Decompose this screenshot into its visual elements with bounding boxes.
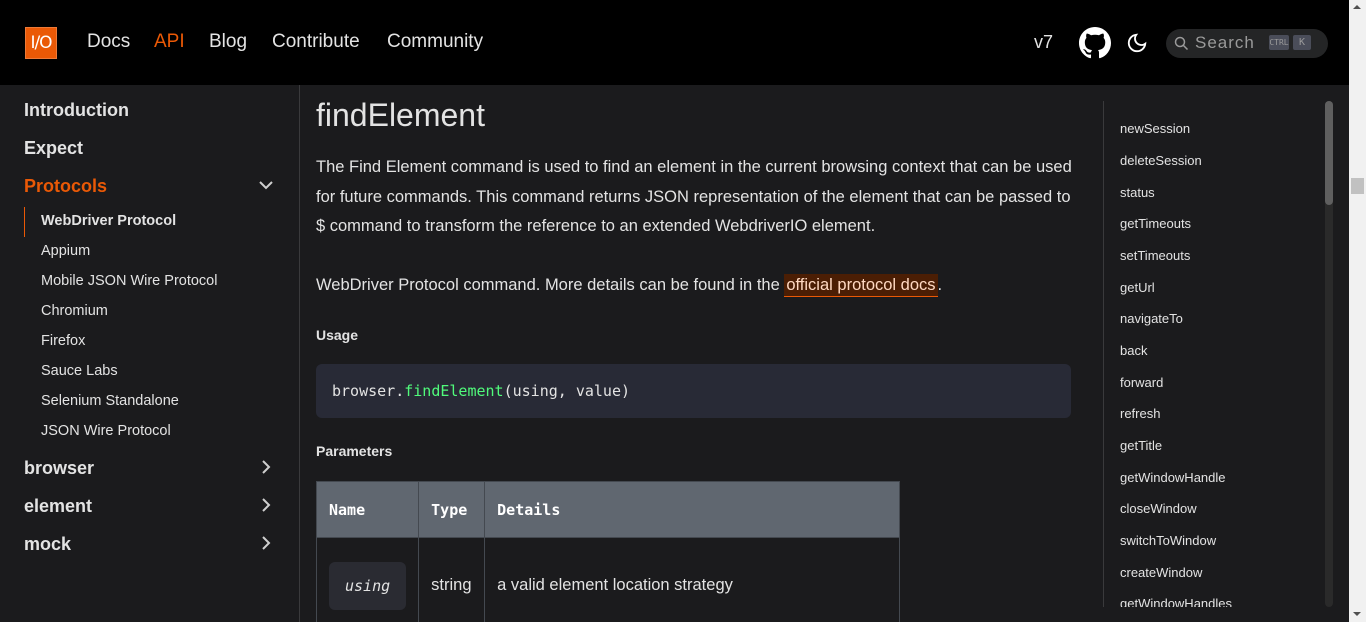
docs-sidebar: Introduction Expect Protocols WebDriver …: [0, 85, 300, 622]
search-placeholder: Search: [1195, 33, 1255, 52]
scroll-up-arrow-icon[interactable]: [1353, 5, 1361, 9]
nav-link-community[interactable]: Community: [387, 31, 483, 53]
param-type: string: [418, 537, 486, 622]
parameters-table: Name Type Details using string a valid e…: [315, 481, 900, 622]
usage-heading: Usage: [316, 327, 359, 343]
sidebar-item-webdriver-protocol[interactable]: WebDriver Protocol: [41, 213, 176, 229]
table-header-row: Name Type Details: [315, 481, 900, 538]
chevron-right-icon[interactable]: [258, 459, 274, 475]
table-header-type: Type: [418, 481, 486, 538]
toc-item-deletesession[interactable]: deleteSession: [1120, 153, 1202, 168]
nav-link-docs[interactable]: Docs: [87, 31, 130, 53]
page-scrollbar-thumb[interactable]: [1351, 178, 1364, 194]
toc-item-geturl[interactable]: getUrl: [1120, 280, 1155, 295]
table-header-details: Details: [484, 481, 900, 538]
toc-item-forward[interactable]: forward: [1120, 375, 1163, 390]
active-item-marker: [24, 207, 25, 237]
sidebar-item-protocols[interactable]: Protocols: [24, 176, 107, 197]
toc-item-back[interactable]: back: [1120, 343, 1147, 358]
param-name: using: [329, 561, 407, 610]
toc-item-status[interactable]: status: [1120, 185, 1155, 200]
usage-code-block[interactable]: browser.findElement(using, value): [316, 364, 1071, 418]
search-icon: [1174, 36, 1189, 51]
page-title: findElement: [316, 97, 485, 133]
sidebar-item-expect[interactable]: Expect: [24, 138, 83, 159]
sidebar-item-sauce-labs[interactable]: Sauce Labs: [41, 363, 118, 379]
sidebar-item-selenium-standalone[interactable]: Selenium Standalone: [41, 393, 179, 409]
sidebar-item-json-wire[interactable]: JSON Wire Protocol: [41, 423, 171, 439]
sidebar-item-introduction[interactable]: Introduction: [24, 100, 129, 121]
k-key-hint: K: [1293, 35, 1311, 50]
nav-link-api[interactable]: API: [154, 31, 185, 53]
toc-item-switchtowindow[interactable]: switchToWindow: [1120, 533, 1216, 548]
nav-link-blog[interactable]: Blog: [209, 31, 247, 53]
toc-item-createwindow[interactable]: createWindow: [1120, 565, 1202, 580]
usage-code: browser.findElement(using, value): [332, 382, 631, 400]
version-dropdown[interactable]: v7: [1034, 32, 1053, 53]
chevron-right-icon[interactable]: [258, 497, 274, 513]
top-navbar: I/O Docs API Blog Contribute Community v…: [0, 0, 1349, 85]
toc-scrollbar-thumb[interactable]: [1325, 101, 1333, 205]
sidebar-item-chromium[interactable]: Chromium: [41, 303, 108, 319]
scroll-down-arrow-icon[interactable]: [1353, 612, 1361, 616]
toc-item-getwindowhandles[interactable]: getWindowHandles: [1120, 596, 1232, 607]
protocol-note: WebDriver Protocol command. More details…: [316, 271, 1076, 301]
chevron-down-icon[interactable]: [258, 177, 274, 193]
sidebar-item-firefox[interactable]: Firefox: [41, 333, 85, 349]
toc-item-gettitle[interactable]: getTitle: [1120, 438, 1162, 453]
sidebar-item-mock[interactable]: mock: [24, 534, 71, 555]
command-description: The Find Element command is used to find…: [316, 158, 1072, 235]
table-row: using string a valid element location st…: [315, 537, 900, 622]
toc-item-gettimeouts[interactable]: getTimeouts: [1120, 216, 1191, 231]
table-header-name: Name: [315, 481, 420, 538]
dark-mode-toggle-icon[interactable]: [1126, 32, 1148, 54]
ctrl-key-hint: CTRL: [1269, 35, 1289, 50]
toc-item-closewindow[interactable]: closeWindow: [1120, 501, 1197, 516]
toc-item-navigateto[interactable]: navigateTo: [1120, 311, 1183, 326]
toc-item-getwindowhandle[interactable]: getWindowHandle: [1120, 470, 1226, 485]
sidebar-item-mobile-json-wire[interactable]: Mobile JSON Wire Protocol: [41, 273, 217, 289]
toc-item-newsession[interactable]: newSession: [1120, 121, 1190, 136]
official-protocol-docs-link[interactable]: official protocol docs: [784, 274, 938, 297]
nav-link-contribute[interactable]: Contribute: [272, 31, 360, 53]
parameters-heading: Parameters: [316, 443, 393, 459]
chevron-right-icon[interactable]: [258, 535, 274, 551]
sidebar-item-browser[interactable]: browser: [24, 458, 94, 479]
main-content: findElement The Find Element command is …: [300, 85, 1090, 622]
sidebar-item-element[interactable]: element: [24, 496, 92, 517]
github-icon[interactable]: [1079, 27, 1111, 59]
sidebar-item-appium[interactable]: Appium: [41, 243, 90, 259]
toc-item-settimeouts[interactable]: setTimeouts: [1120, 248, 1190, 263]
webdriverio-logo[interactable]: I/O: [25, 27, 57, 59]
param-details: a valid element location strategy: [484, 537, 900, 622]
page-scrollbar[interactable]: [1349, 0, 1366, 622]
toc-item-refresh[interactable]: refresh: [1120, 406, 1160, 421]
param-name-cell: using: [315, 537, 420, 622]
table-of-contents: newSession deleteSession status getTimeo…: [1103, 101, 1337, 607]
search-button[interactable]: Search CTRL K: [1166, 29, 1328, 58]
